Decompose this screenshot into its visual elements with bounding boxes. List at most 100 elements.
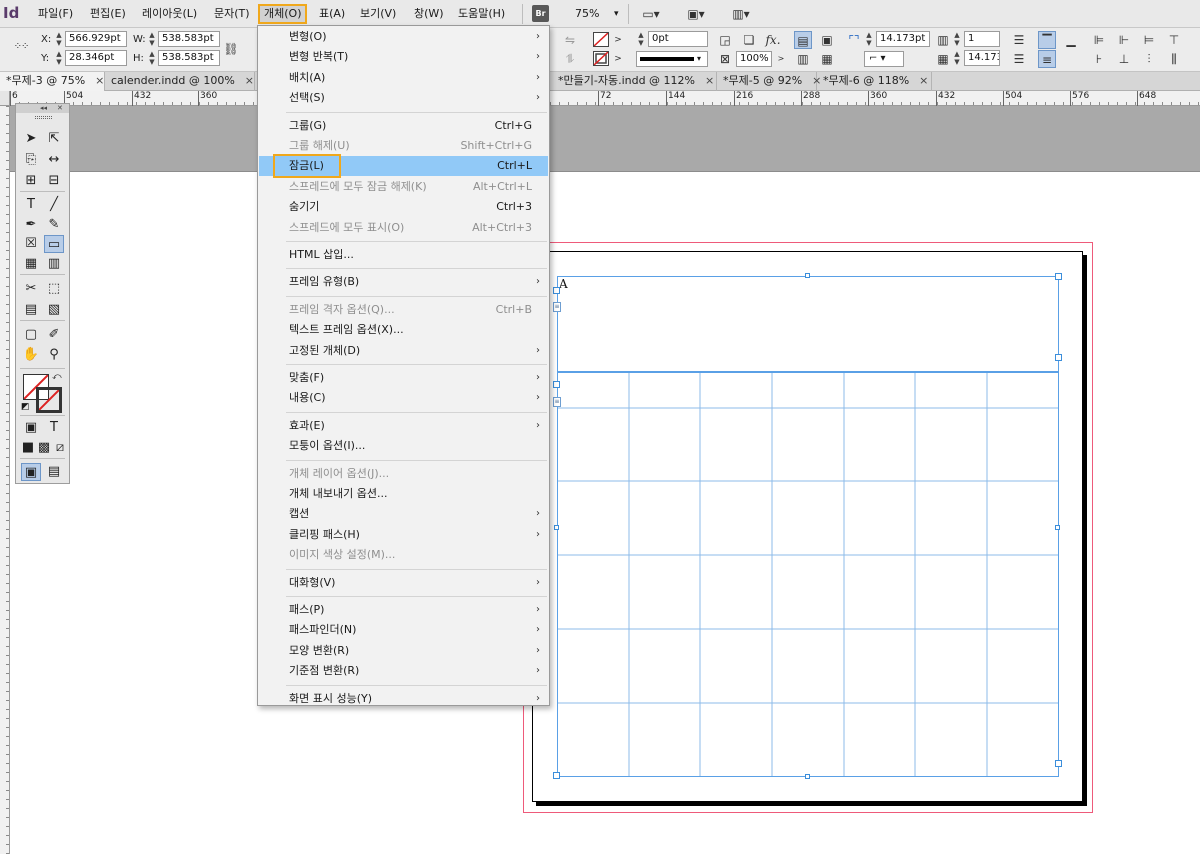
inset-stepper-icon[interactable]: ▲ ▼: [864, 31, 874, 47]
object-menu-item[interactable]: 모퉁이 옵션(I)...: [259, 436, 548, 456]
w-stepper-icon[interactable]: ▲ ▼: [147, 31, 157, 47]
pen-tool-icon[interactable]: ✒: [21, 216, 41, 234]
direct-selection-icon[interactable]: ⇱: [44, 130, 64, 148]
close-tab-icon[interactable]: ×: [95, 74, 104, 87]
rectangle-tool-icon[interactable]: ▭: [44, 235, 64, 253]
y-stepper-icon[interactable]: ▲ ▼: [54, 50, 64, 66]
object-menu-item[interactable]: 효과(E) ›: [259, 416, 548, 436]
object-menu-item[interactable]: HTML 삽입...: [259, 245, 548, 265]
scissors-tool-icon[interactable]: ✂: [21, 280, 41, 298]
constrain-proportions-icon[interactable]: ⛓: [222, 40, 240, 58]
stroke-weight-stepper-icon[interactable]: ▲ ▼: [636, 31, 646, 47]
align-right-edges-icon[interactable]: ⊨: [1140, 31, 1158, 49]
gradient-swatch-icon[interactable]: ▤: [21, 301, 41, 319]
frame-handle[interactable]: [553, 381, 560, 388]
shadow-icon[interactable]: ❏: [740, 31, 758, 49]
distribute-vertical-icon[interactable]: ⫼: [1165, 50, 1183, 68]
distribute-horizontal-icon[interactable]: ⫶: [1140, 50, 1158, 68]
selection-arrow-icon[interactable]: ➤: [21, 130, 41, 148]
object-menu-item[interactable]: 기준점 변환(R) ›: [259, 661, 548, 681]
width-field[interactable]: 538.583pt: [158, 31, 220, 47]
close-panel-icon[interactable]: ✕: [57, 104, 63, 113]
flip-horizontal-icon[interactable]: ⇋: [561, 31, 579, 49]
text-justify-icon[interactable]: ☰: [1010, 50, 1028, 68]
frame-handle[interactable]: [553, 287, 560, 294]
object-menu-item[interactable]: 내용(C) ›: [259, 388, 548, 408]
text-align-top-icon[interactable]: ☰: [1010, 31, 1028, 49]
document-tab[interactable]: *만들기-자동.indd @ 112% ×: [552, 72, 717, 91]
eyedropper-icon[interactable]: ✐: [44, 326, 64, 344]
columns-stepper-icon[interactable]: ▲ ▼: [952, 31, 962, 47]
menu-9[interactable]: 도움말(H): [454, 4, 509, 24]
object-menu-item[interactable]: 모양 변환(R) ›: [259, 641, 548, 661]
content-collector-icon[interactable]: ⊞: [21, 172, 41, 190]
preview-mode-icon[interactable]: ▤: [44, 463, 64, 481]
object-menu-item[interactable]: 텍스트 프레임 옵션(X)...: [259, 320, 548, 340]
corner-shape-select[interactable]: ⌐ ▾: [864, 51, 904, 67]
object-menu-item[interactable]: 패스파인더(N) ›: [259, 620, 548, 640]
default-fill-stroke-icon[interactable]: ◩: [21, 402, 30, 412]
menu-3[interactable]: 레이아웃(L): [138, 4, 201, 24]
type-tool-icon[interactable]: T: [21, 196, 41, 214]
content-placer-icon[interactable]: ⊟: [44, 172, 64, 190]
view-options-icon[interactable]: ▭▾: [638, 5, 664, 23]
frame-handle[interactable]: [554, 525, 559, 530]
object-menu-item[interactable]: 변형(O) ›: [259, 27, 548, 47]
object-menu-item[interactable]: 개체 내보내기 옵션...: [259, 484, 548, 504]
frame-handle[interactable]: [553, 772, 560, 779]
frame-handle[interactable]: [1055, 760, 1062, 767]
horizontal-ruler[interactable]: 6 504 432 360 72 144 216 288 360 432 504 576 648: [10, 91, 1200, 106]
in-port-icon[interactable]: ≡: [553, 397, 561, 407]
effects-fx-icon[interactable]: fx.: [764, 31, 782, 49]
menu-2[interactable]: 편집(E): [86, 4, 130, 24]
document-tab[interactable]: *무제-5 @ 92% ×: [717, 72, 821, 91]
frame-handle[interactable]: [1055, 273, 1062, 280]
object-menu-item[interactable]: 대화형(V) ›: [259, 573, 548, 593]
fill-swatch[interactable]: [593, 32, 609, 47]
align-left-edges-icon[interactable]: ⊫: [1090, 31, 1108, 49]
align-bottom-frame-icon[interactable]: ▥: [794, 50, 812, 68]
collapse-panel-icon[interactable]: ◂◂: [40, 104, 47, 113]
close-tab-icon[interactable]: ×: [705, 74, 714, 87]
ruler-origin[interactable]: [0, 91, 10, 106]
page-tool-icon[interactable]: ⎘: [21, 151, 41, 169]
object-menu-item[interactable]: 맞춤(F) ›: [259, 368, 548, 388]
tools-panel-header[interactable]: ◂◂ ✕: [16, 104, 69, 113]
stroke-type-select[interactable]: ▾: [636, 51, 708, 67]
document-tab[interactable]: calender.indd @ 100% ×: [105, 72, 255, 91]
object-menu-item[interactable]: 캡션 ›: [259, 504, 548, 524]
stroke-weight-field[interactable]: 0pt: [648, 31, 708, 47]
text-align-bottom-icon[interactable]: ▁: [1062, 31, 1080, 49]
align-bottom-edges-icon[interactable]: ⊥: [1115, 50, 1133, 68]
pencil-tool-icon[interactable]: ✎: [44, 216, 64, 234]
object-menu-item[interactable]: 배치(A) ›: [259, 68, 548, 88]
free-transform-icon[interactable]: ⬚: [44, 280, 64, 298]
grid-tool-icon[interactable]: ▥: [44, 255, 64, 273]
align-horizontal-centers-icon[interactable]: ⊩: [1115, 31, 1133, 49]
bridge-button[interactable]: Br: [532, 5, 549, 22]
close-tab-icon[interactable]: ×: [919, 74, 928, 87]
in-port-icon[interactable]: ≡: [553, 302, 561, 312]
inset-spacing-field[interactable]: 14.173pt: [876, 31, 930, 47]
note-tool-icon[interactable]: ▢: [21, 326, 41, 344]
object-menu-item[interactable]: 선택(S) ›: [259, 88, 548, 108]
y-position-field[interactable]: 28.346pt: [65, 50, 127, 66]
object-menu-item[interactable]: 그룹(G) Ctrl+G: [259, 116, 548, 136]
vertical-ruler[interactable]: [0, 106, 10, 854]
reference-point-icon[interactable]: ⁘⁘: [12, 38, 30, 56]
frame-handle[interactable]: [1055, 354, 1062, 361]
zoom-tool-icon[interactable]: ⚲: [44, 346, 64, 364]
document-tab[interactable]: *무제-6 @ 118% ×: [817, 72, 932, 91]
gutter-stepper-icon[interactable]: ▲ ▼: [952, 50, 962, 66]
h-stepper-icon[interactable]: ▲ ▼: [147, 50, 157, 66]
align-vertical-centers-icon[interactable]: ⊦: [1090, 50, 1108, 68]
zoom-level[interactable]: 75%: [575, 4, 599, 24]
arrange-documents-icon[interactable]: ▥▾: [728, 5, 754, 23]
flip-vertical-icon[interactable]: ⥮: [561, 50, 579, 68]
frame-handle[interactable]: [805, 774, 810, 779]
document-tab[interactable]: *무제-3 @ 75% ×: [0, 72, 105, 91]
object-menu-item[interactable]: 클리핑 패스(H) ›: [259, 525, 548, 545]
formatting-container-icon[interactable]: ▣: [21, 419, 41, 437]
align-top-frame-icon[interactable]: ▤: [794, 31, 812, 49]
drop-shadow-icon[interactable]: ◲: [716, 31, 734, 49]
